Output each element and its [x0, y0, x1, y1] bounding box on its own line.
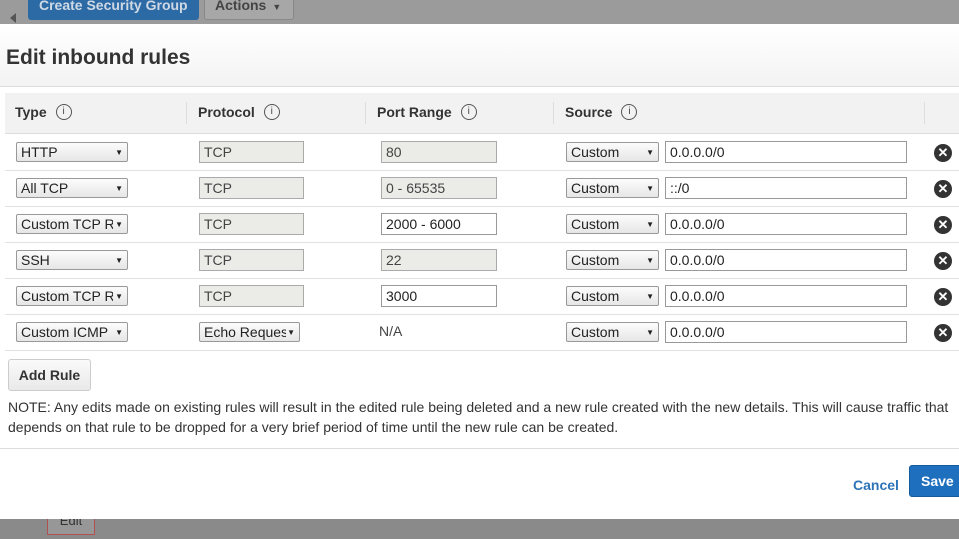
- source-type-value: Custom: [571, 180, 620, 196]
- column-header-port-range-label: Port Range: [377, 104, 452, 120]
- info-icon[interactable]: i: [621, 104, 638, 121]
- scroll-left-icon: [10, 13, 16, 23]
- rule-row: Custom ICMP ▼ Echo Reques ▼ N/A Custom ▼ 0.…: [5, 314, 959, 351]
- delete-rule-icon[interactable]: ✕: [934, 216, 952, 234]
- source-cidr-input[interactable]: 0.0.0.0/0: [665, 141, 907, 163]
- dropdown-arrow-icon: ▼: [115, 220, 123, 229]
- type-select[interactable]: HTTP ▼: [16, 142, 128, 162]
- column-header-protocol: Protocol i: [198, 93, 280, 133]
- column-header-type-label: Type: [15, 104, 47, 120]
- dropdown-arrow-icon: ▼: [115, 148, 123, 157]
- port-range-input[interactable]: 2000 - 6000: [381, 213, 497, 235]
- type-select[interactable]: All TCP ▼: [16, 178, 128, 198]
- type-select-value: All TCP: [21, 180, 69, 196]
- type-select-value: Custom ICMP: [21, 324, 109, 340]
- info-icon[interactable]: i: [263, 104, 280, 121]
- source-cidr-input[interactable]: 0.0.0.0/0: [665, 249, 907, 271]
- column-header-port-range: Port Range i: [377, 93, 477, 133]
- dropdown-arrow-icon: ▼: [646, 328, 654, 337]
- source-type-value: Custom: [571, 252, 620, 268]
- edit-note: NOTE: Any edits made on existing rules w…: [8, 399, 949, 435]
- rule-row: All TCP ▼ TCP 0 - 65535 Custom ▼ ::/0 ✕: [5, 170, 959, 207]
- rule-row: HTTP ▼ TCP 80 Custom ▼ 0.0.0.0/0 ✕: [5, 134, 959, 171]
- edit-inbound-rules-modal: Edit inbound rules Type i Protocol i Port …: [0, 24, 959, 519]
- save-button[interactable]: Save: [909, 465, 959, 497]
- column-divider: [553, 102, 554, 124]
- footer-divider: [0, 448, 959, 449]
- port-range-field: 0 - 65535: [381, 177, 497, 199]
- actions-button: Actions ▼: [204, 0, 294, 20]
- protocol-field: TCP: [199, 249, 304, 271]
- rules-table-header: Type i Protocol i Port Range i Source i: [5, 93, 959, 134]
- info-icon[interactable]: i: [55, 104, 72, 121]
- type-select-value: Custom TCP R: [21, 216, 113, 232]
- rule-row: Custom TCP R ▼ TCP 2000 - 6000 Custom ▼ 0.…: [5, 206, 959, 243]
- source-type-select[interactable]: Custom ▼: [566, 286, 659, 306]
- port-range-text: N/A: [379, 323, 403, 339]
- delete-rule-icon[interactable]: ✕: [934, 288, 952, 306]
- port-range-input[interactable]: 3000: [381, 285, 497, 307]
- dropdown-arrow-icon: ▼: [115, 328, 123, 337]
- source-cidr-input[interactable]: 0.0.0.0/0: [665, 285, 907, 307]
- chevron-down-icon: ▼: [272, 2, 282, 12]
- rule-row: SSH ▼ TCP 22 Custom ▼ 0.0.0.0/0 ✕: [5, 242, 959, 279]
- port-range-field: 22: [381, 249, 497, 271]
- type-select[interactable]: Custom ICMP ▼: [16, 322, 128, 342]
- column-header-protocol-label: Protocol: [198, 104, 255, 120]
- protocol-field: TCP: [199, 285, 304, 307]
- background-bottom: [0, 519, 959, 539]
- dropdown-arrow-icon: ▼: [646, 292, 654, 301]
- dropdown-arrow-icon: ▼: [287, 328, 295, 337]
- source-type-select[interactable]: Custom ▼: [566, 250, 659, 270]
- delete-rule-icon[interactable]: ✕: [934, 324, 952, 342]
- create-security-group-button: Create Security Group: [28, 0, 199, 20]
- type-select[interactable]: Custom TCP R ▼: [16, 214, 128, 234]
- info-icon[interactable]: i: [460, 104, 477, 121]
- port-range-field: 80: [381, 141, 497, 163]
- source-type-select[interactable]: Custom ▼: [566, 214, 659, 234]
- source-type-select[interactable]: Custom ▼: [566, 142, 659, 162]
- source-type-select[interactable]: Custom ▼: [566, 178, 659, 198]
- actions-label: Actions: [215, 0, 267, 13]
- source-cidr-input[interactable]: ::/0: [665, 177, 907, 199]
- dropdown-arrow-icon: ▼: [115, 184, 123, 193]
- delete-rule-icon[interactable]: ✕: [934, 252, 952, 270]
- modal-title: Edit inbound rules: [6, 46, 191, 69]
- dropdown-arrow-icon: ▼: [646, 220, 654, 229]
- source-cidr-input[interactable]: 0.0.0.0/0: [665, 321, 907, 343]
- dropdown-arrow-icon: ▼: [646, 148, 654, 157]
- type-select-value: HTTP: [21, 144, 58, 160]
- type-select-value: SSH: [21, 252, 50, 268]
- dropdown-arrow-icon: ▼: [115, 292, 123, 301]
- type-select[interactable]: Custom TCP R ▼: [16, 286, 128, 306]
- column-header-source: Source i: [565, 93, 638, 133]
- source-type-value: Custom: [571, 324, 620, 340]
- source-type-value: Custom: [571, 216, 620, 232]
- source-cidr-input[interactable]: 0.0.0.0/0: [665, 213, 907, 235]
- type-select[interactable]: SSH ▼: [16, 250, 128, 270]
- source-type-select[interactable]: Custom ▼: [566, 322, 659, 342]
- add-rule-button[interactable]: Add Rule: [8, 359, 91, 391]
- column-divider: [365, 102, 366, 124]
- protocol-select-value: Echo Reques: [204, 324, 286, 340]
- protocol-field: TCP: [199, 213, 304, 235]
- protocol-field: TCP: [199, 177, 304, 199]
- dropdown-arrow-icon: ▼: [646, 184, 654, 193]
- source-type-value: Custom: [571, 144, 620, 160]
- column-divider: [186, 102, 187, 124]
- source-type-value: Custom: [571, 288, 620, 304]
- dropdown-arrow-icon: ▼: [646, 256, 654, 265]
- dropdown-arrow-icon: ▼: [115, 256, 123, 265]
- type-select-value: Custom TCP R: [21, 288, 113, 304]
- column-header-type: Type i: [15, 93, 72, 133]
- cancel-button[interactable]: Cancel: [853, 477, 899, 493]
- delete-rule-icon[interactable]: ✕: [934, 180, 952, 198]
- column-header-source-label: Source: [565, 104, 613, 120]
- protocol-field: TCP: [199, 141, 304, 163]
- delete-rule-icon[interactable]: ✕: [934, 144, 952, 162]
- protocol-select[interactable]: Echo Reques ▼: [199, 322, 300, 342]
- column-divider: [924, 102, 925, 124]
- rule-row: Custom TCP R ▼ TCP 3000 Custom ▼ 0.0.0.0/0…: [5, 278, 959, 315]
